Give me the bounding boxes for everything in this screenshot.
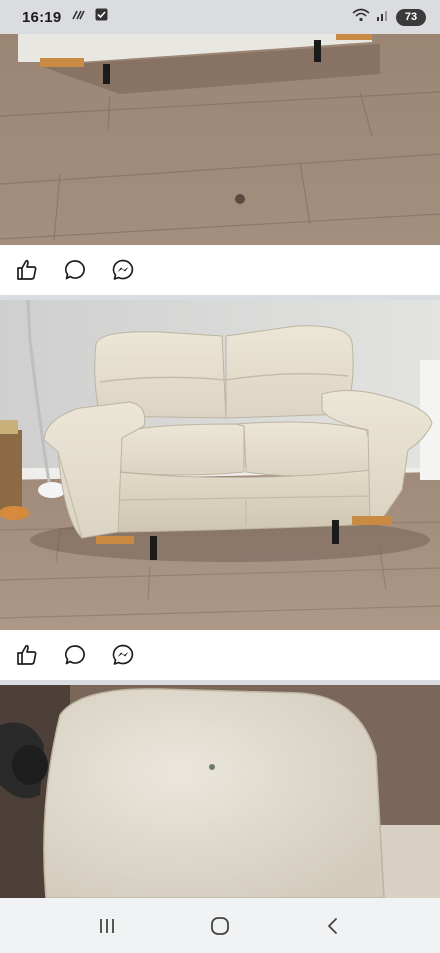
post-photo-3[interactable] bbox=[0, 685, 440, 898]
back-button[interactable] bbox=[308, 906, 358, 946]
like-button[interactable] bbox=[12, 255, 42, 285]
post-photo-2[interactable] bbox=[0, 300, 440, 630]
recents-button[interactable] bbox=[82, 906, 132, 946]
cream-leather-two-seater-sofa bbox=[0, 300, 440, 630]
signal-icon bbox=[376, 8, 390, 26]
system-nav-bar bbox=[0, 898, 440, 953]
back-icon bbox=[328, 917, 338, 934]
like-button[interactable] bbox=[12, 640, 42, 670]
home-icon bbox=[211, 916, 229, 935]
checkbox-notification-icon bbox=[95, 8, 108, 26]
comment-button[interactable] bbox=[60, 640, 90, 670]
comment-icon bbox=[64, 645, 85, 665]
screen: 16:19 73 bbox=[0, 0, 440, 953]
post-photo-1[interactable] bbox=[0, 34, 440, 245]
comment-button[interactable] bbox=[60, 255, 90, 285]
messenger-icon bbox=[112, 644, 134, 665]
status-right: 73 bbox=[352, 8, 426, 27]
messenger-button[interactable] bbox=[108, 255, 138, 285]
recents-icon bbox=[99, 918, 114, 933]
like-icon bbox=[17, 644, 37, 665]
status-left: 16:19 bbox=[22, 8, 108, 26]
messenger-button[interactable] bbox=[108, 640, 138, 670]
battery-indicator: 73 bbox=[396, 8, 426, 26]
comment-icon bbox=[64, 260, 85, 280]
post-actions-2 bbox=[0, 630, 440, 680]
status-bar: 16:19 73 bbox=[0, 0, 440, 34]
status-time: 16:19 bbox=[22, 8, 62, 26]
sofa-armrest-closeup bbox=[0, 685, 440, 898]
wifi-icon bbox=[352, 8, 370, 27]
hashtag-notification-icon bbox=[71, 8, 86, 26]
sofa-photo-bottom-floor bbox=[0, 34, 440, 245]
like-icon bbox=[17, 259, 37, 280]
messenger-icon bbox=[112, 259, 134, 280]
post-actions-1 bbox=[0, 245, 440, 295]
home-button[interactable] bbox=[195, 906, 245, 946]
